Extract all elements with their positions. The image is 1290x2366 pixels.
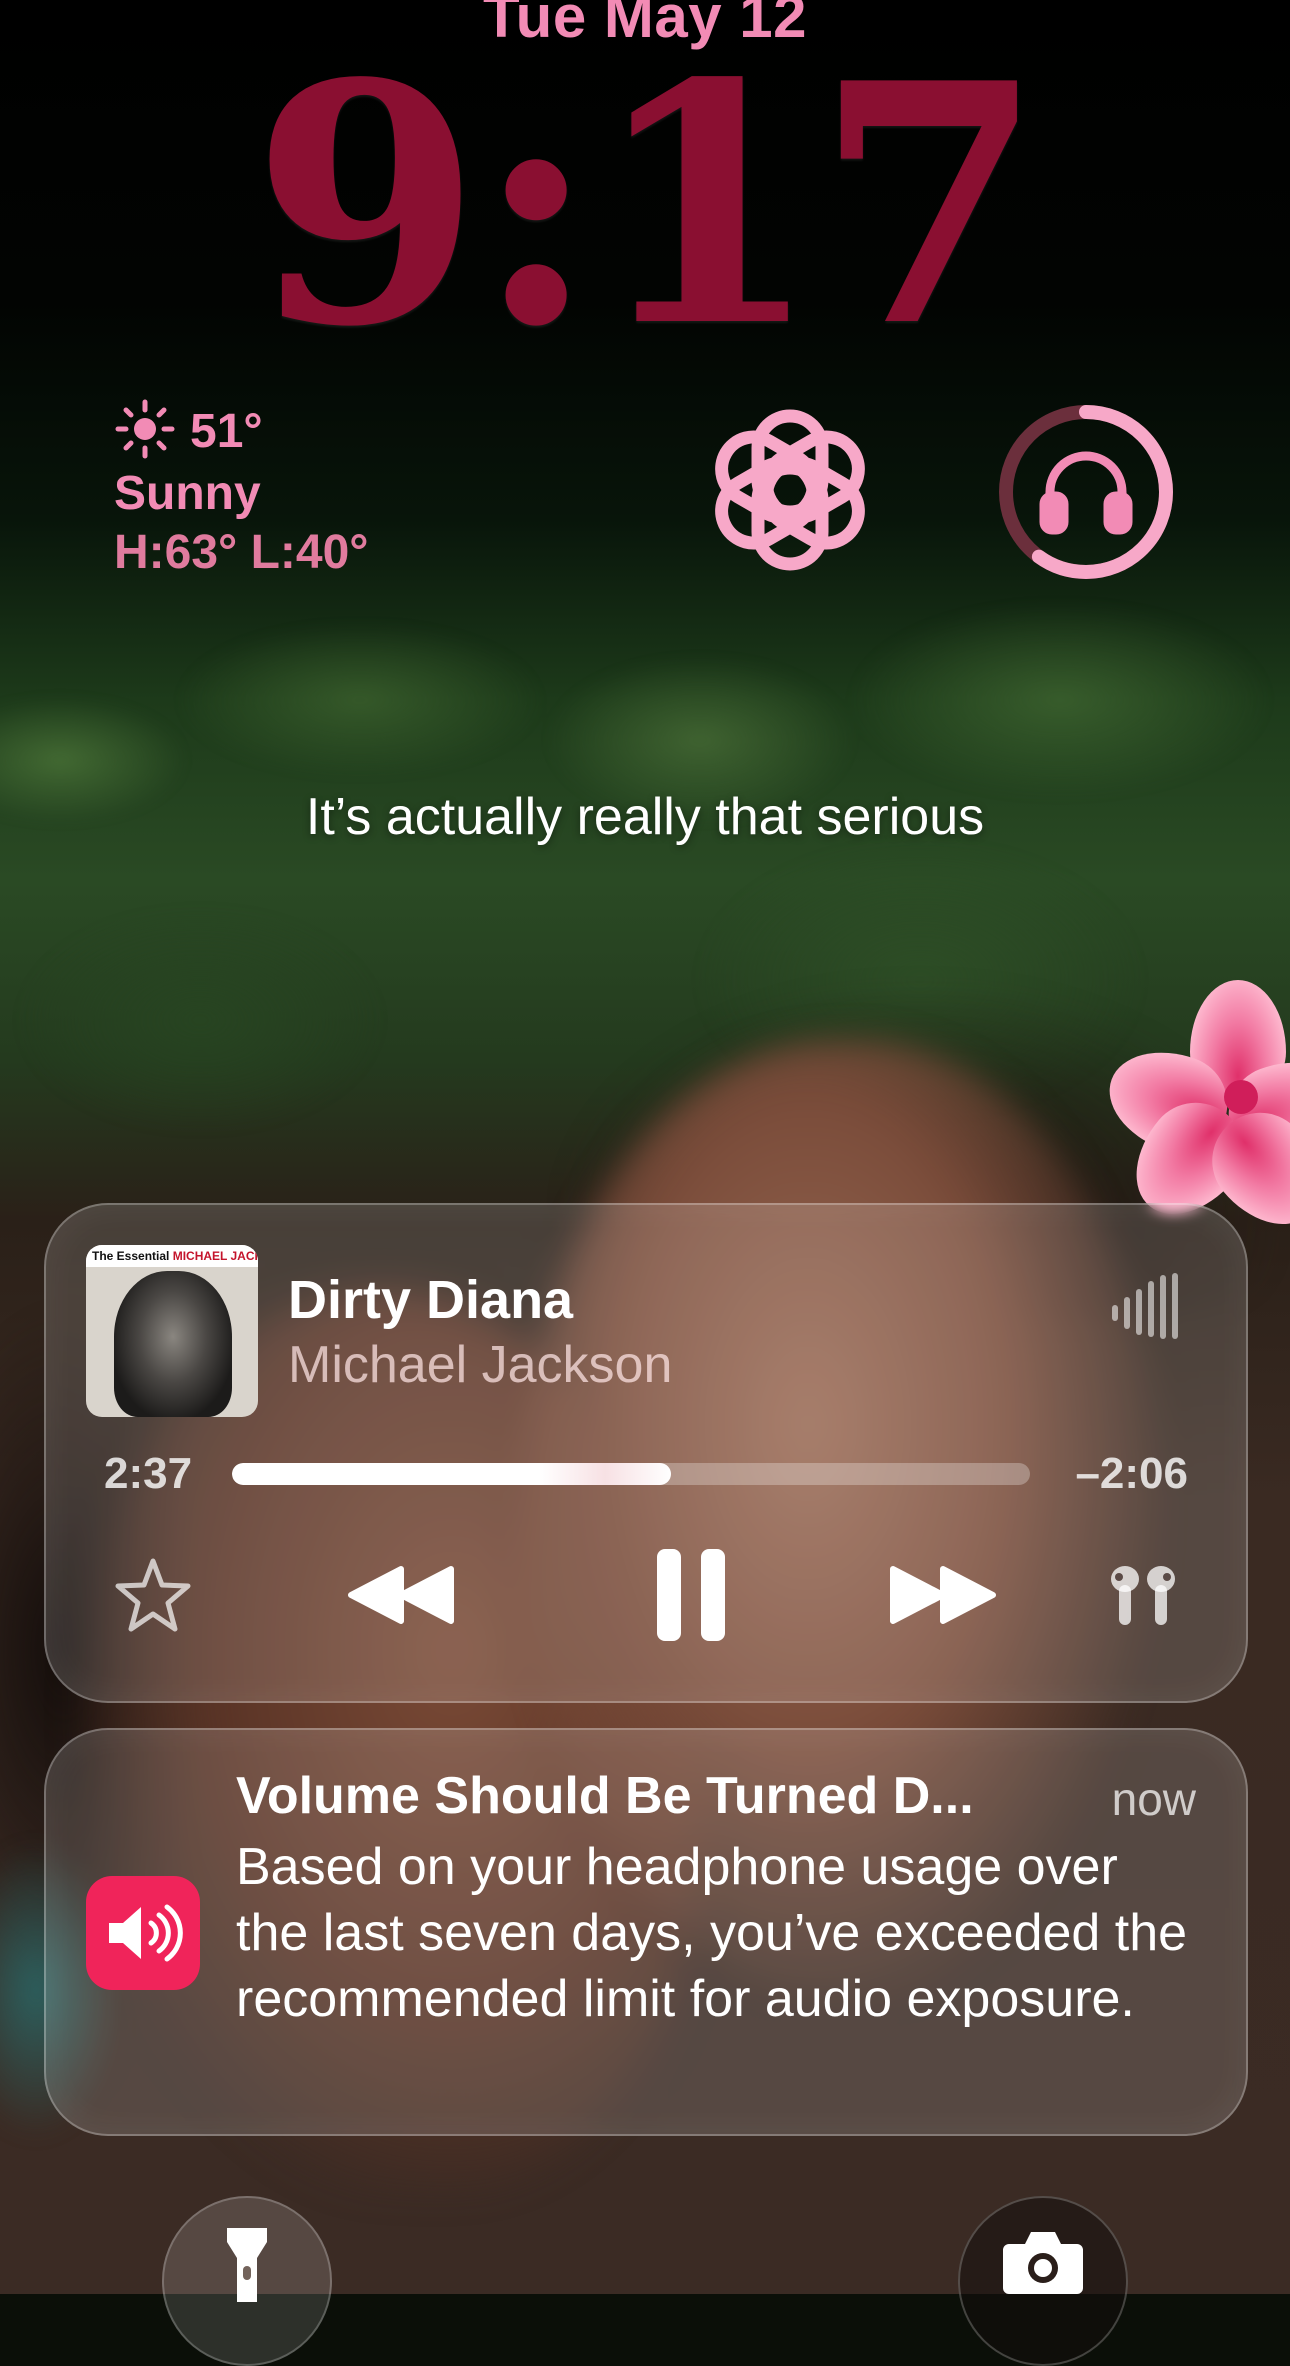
album-art-line1: The Essential: [92, 1249, 170, 1263]
flashlight-button[interactable]: [162, 2196, 332, 2366]
wallpaper-pink-flower: [1095, 980, 1290, 1247]
song-title: Dirty Diana: [288, 1270, 574, 1330]
weather-condition: Sunny: [114, 467, 261, 520]
fast-forward-button[interactable]: [878, 1545, 1008, 1645]
headphone-audio-notification[interactable]: Volume Should Be Turned D... now Based o…: [44, 1728, 1248, 2136]
speaker-volume-icon: [86, 1876, 200, 1990]
camera-button[interactable]: [958, 2196, 1128, 2366]
weather-high-low: H:63° L:40°: [114, 526, 369, 579]
weather-current-row: 51°: [114, 398, 368, 465]
playback-scrubber[interactable]: [232, 1463, 1030, 1485]
now-playing-card[interactable]: The Essential MICHAEL JACKSON Dirty Dian…: [44, 1203, 1248, 1703]
headphones-icon: [1039, 451, 1133, 535]
chatgpt-logo-icon: [715, 409, 865, 571]
playback-progress-fill: [232, 1463, 671, 1485]
album-art-line2: MICHAEL JACKSON: [172, 1249, 258, 1263]
airpods-icon: [1111, 1566, 1175, 1625]
fast-forward-icon: [890, 1566, 996, 1624]
album-portrait: [114, 1271, 232, 1417]
weather-widget[interactable]: 51° Sunny H:63° L:40°: [114, 398, 369, 580]
remaining-time: –2:06: [1075, 1449, 1188, 1498]
star-icon: [115, 1558, 191, 1632]
camera-icon: [1003, 2232, 1083, 2294]
album-art[interactable]: The Essential MICHAEL JACKSON: [86, 1245, 258, 1417]
rewind-button[interactable]: [336, 1545, 466, 1645]
lockscreen-clock: 9:17: [251, 11, 1045, 399]
waveform-icon[interactable]: [1112, 1271, 1178, 1341]
notification-body: Based on your headphone usage over the l…: [236, 1838, 1188, 2028]
audio-output-button[interactable]: [1098, 1545, 1188, 1645]
favorite-button[interactable]: [108, 1545, 198, 1645]
headphones-battery-widget[interactable]: [994, 400, 1178, 584]
pause-icon: [657, 1549, 725, 1641]
rewind-icon: [348, 1566, 454, 1624]
weather-temperature: 51°: [190, 404, 263, 458]
elapsed-time: 2:37: [104, 1449, 193, 1498]
lockscreen-quote: It’s actually really that serious: [305, 788, 985, 846]
pause-button[interactable]: [636, 1545, 746, 1645]
notification-time: now: [1111, 1773, 1196, 1825]
notification-title: Volume Should Be Turned D...: [236, 1767, 974, 1825]
sun-icon: [114, 398, 176, 465]
flashlight-icon: [227, 2228, 267, 2302]
song-artist: Michael Jackson: [288, 1336, 673, 1394]
chatgpt-widget[interactable]: [700, 400, 880, 580]
